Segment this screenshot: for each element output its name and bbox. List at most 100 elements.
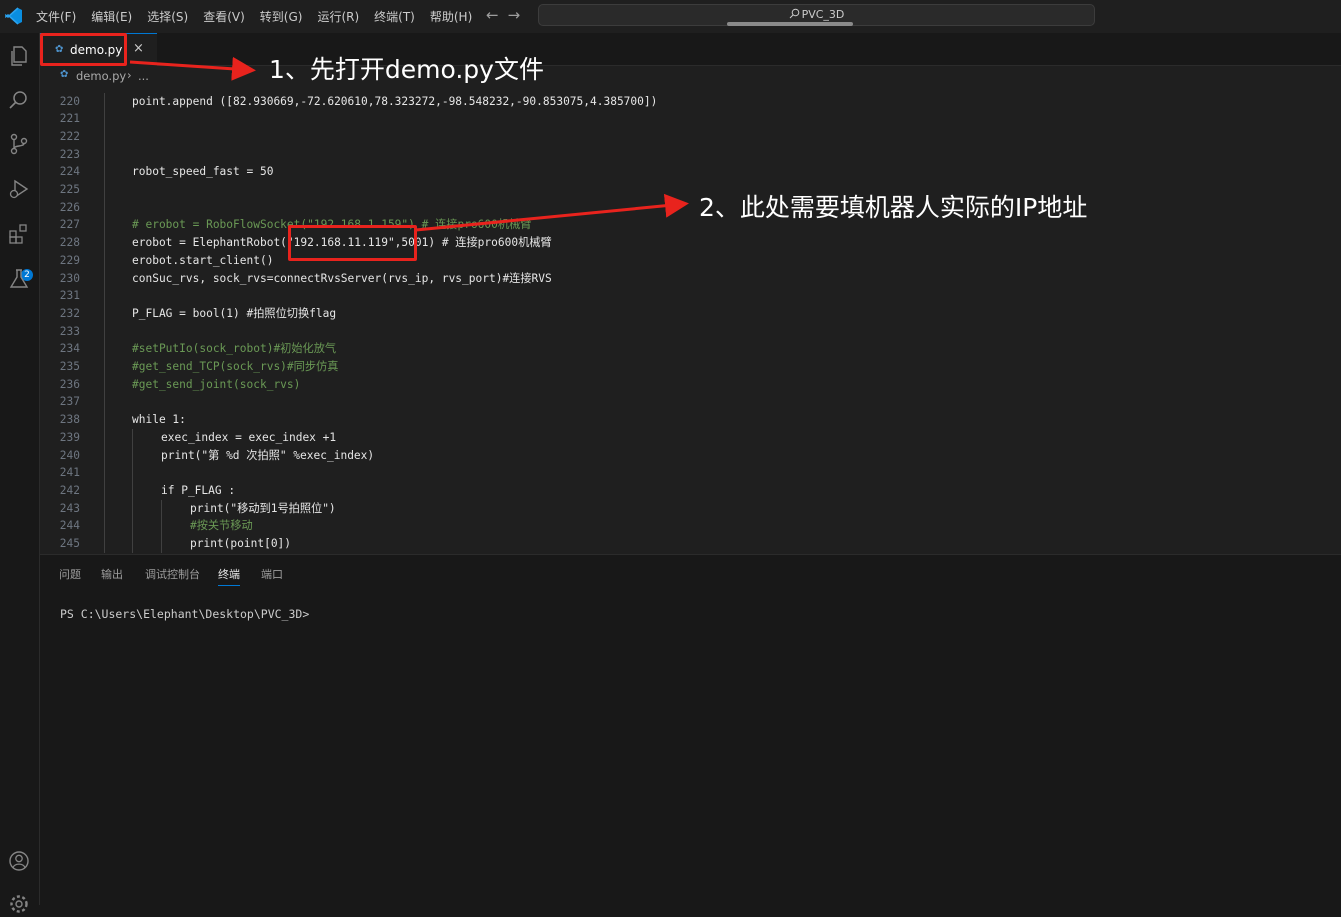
command-center-search[interactable]: PVC_3D [538, 4, 1095, 26]
code-text: #get_send_joint(sock_rvs) [132, 377, 301, 391]
code-line: 243 print("移动到1号拍照位") [40, 500, 1341, 518]
line-number: 228 [59, 236, 80, 250]
tab-ports[interactable]: 端口 [261, 566, 283, 582]
settings-gear-icon[interactable] [6, 891, 32, 917]
python-file-icon: ✿ [60, 69, 69, 80]
code-editor[interactable]: 220 point.append ([82.930669,-72.620610,7… [40, 86, 1341, 554]
code-text: robot_speed_fast = 50 [132, 165, 274, 179]
line-number: 237 [59, 395, 80, 409]
code-line: 235 #get_send_TCP(sock_rvs)#同步仿真 [40, 358, 1341, 376]
code-line: 242 if P_FLAG : [40, 482, 1341, 500]
account-icon[interactable] [6, 848, 32, 874]
menu-file[interactable]: 文件(F) [36, 8, 76, 25]
menu-edit[interactable]: 编辑(E) [91, 8, 132, 25]
code-line: 245 print(point[0]) [40, 535, 1341, 553]
menu-bar: 文件(F) 编辑(E) 选择(S) 查看(V) 转到(G) 运行(R) 终端(T… [36, 8, 487, 25]
code-line: 237 [40, 393, 1341, 411]
code-text: #get_send_TCP(sock_rvs)#同步仿真 [132, 360, 339, 373]
code-line: 224 robot_speed_fast = 50 [40, 163, 1341, 181]
annotation-step1: 1、先打开demo.py文件 [269, 55, 544, 84]
line-number: 232 [59, 306, 80, 320]
line-number: 235 [59, 360, 80, 373]
annotation-box-tab [40, 33, 127, 66]
line-number: 244 [59, 519, 80, 533]
line-number: 233 [59, 324, 80, 338]
line-number: 223 [59, 147, 80, 161]
breadcrumb-file[interactable]: demo.py [76, 69, 126, 83]
explorer-icon[interactable] [6, 43, 32, 69]
line-number: 242 [59, 483, 80, 497]
line-number: 226 [59, 200, 80, 214]
code-line: 234 #setPutIo(sock_robot)#初始化放气 [40, 340, 1341, 358]
source-control-icon[interactable] [6, 131, 32, 157]
code-text: while 1: [132, 413, 186, 427]
line-number: 245 [59, 537, 80, 550]
indent-guide [104, 92, 105, 553]
code-text: conSuc_rvs, sock_rvs=connectRvsServer(rv… [132, 271, 552, 285]
line-number: 224 [59, 165, 80, 179]
code-line: 244 #按关节移动 [40, 517, 1341, 535]
code-line: 222 [40, 128, 1341, 146]
line-number: 230 [59, 271, 80, 285]
code-line: 225 [40, 181, 1341, 199]
breadcrumb-separator: › [127, 68, 132, 82]
code-text: point.append ([82.930669,-72.620610,78.3… [132, 94, 658, 108]
code-line: 239 exec_index = exec_index +1 [40, 429, 1341, 447]
code-line: 228 erobot = ElephantRobot("192.168.11.11… [40, 234, 1341, 252]
line-number: 221 [59, 112, 80, 126]
code-text: erobot.start_client() [132, 253, 274, 267]
menu-help[interactable]: 帮助(H) [430, 8, 472, 25]
title-bar: 文件(F) 编辑(E) 选择(S) 查看(V) 转到(G) 运行(R) 终端(T… [0, 0, 1341, 33]
code-line: 227 # erobot = RoboFlowSocket("192.168.1.… [40, 216, 1341, 234]
menu-view[interactable]: 查看(V) [203, 8, 245, 25]
menu-go[interactable]: 转到(G) [260, 8, 303, 25]
line-number: 234 [59, 342, 80, 356]
code-line: 223 [40, 146, 1341, 164]
run-debug-icon[interactable] [6, 176, 32, 202]
code-text: #setPutIo(sock_robot)#初始化放气 [132, 342, 337, 356]
nav-arrows: ← → [486, 6, 529, 24]
code-text: exec_index = exec_index +1 [161, 430, 337, 444]
menu-selection[interactable]: 选择(S) [147, 8, 188, 25]
editor-tab-bar: ✿ demo.py × [40, 33, 1341, 66]
code-text: print("第 %d 次拍照" %exec_index) [161, 448, 375, 462]
line-number: 240 [59, 448, 80, 462]
tab-debug-console[interactable]: 调试控制台 [145, 566, 200, 582]
code-line: 230 conSuc_rvs, sock_rvs=connectRvsServer… [40, 270, 1341, 288]
testing-icon[interactable] [6, 266, 32, 292]
line-number: 238 [59, 413, 80, 427]
code-line: 238 while 1: [40, 411, 1341, 429]
code-line: 232 P_FLAG = bool(1) #拍照位切换flag [40, 305, 1341, 323]
close-icon[interactable]: × [133, 41, 144, 56]
breadcrumb-more[interactable]: ... [138, 69, 149, 83]
line-number: 227 [59, 218, 80, 232]
code-text: P_FLAG = bool(1) #拍照位切换flag [132, 306, 337, 320]
code-line: 226 [40, 199, 1341, 217]
vscode-logo-icon [5, 7, 22, 25]
menu-terminal[interactable]: 终端(T) [374, 8, 415, 25]
bottom-panel: 问题 输出 调试控制台 终端 端口 PS C:\Users\Elephant\D… [40, 554, 1341, 906]
search-icon[interactable] [6, 87, 32, 113]
forward-arrow-icon[interactable]: → [508, 6, 521, 24]
indent-guide [132, 428, 133, 553]
code-text: #按关节移动 [190, 519, 253, 533]
code-line: 236 #get_send_joint(sock_rvs) [40, 376, 1341, 394]
scrollbar-thumb[interactable] [727, 22, 853, 26]
code-line: 220 point.append ([82.930669,-72.620610,7… [40, 93, 1341, 111]
menu-run[interactable]: 运行(R) [317, 8, 359, 25]
line-number: 243 [59, 501, 80, 515]
terminal-prompt[interactable]: PS C:\Users\Elephant\Desktop\PVC_3D> [60, 607, 309, 621]
line-number: 241 [59, 466, 80, 480]
code-line: 233 [40, 323, 1341, 341]
back-arrow-icon[interactable]: ← [486, 6, 499, 24]
code-line: 241 [40, 464, 1341, 482]
extensions-icon[interactable] [6, 221, 32, 247]
tab-output[interactable]: 输出 [101, 566, 123, 582]
tab-problems[interactable]: 问题 [59, 566, 81, 582]
code-line: 229 erobot.start_client() [40, 252, 1341, 270]
tab-terminal[interactable]: 终端 [218, 566, 240, 582]
line-number: 236 [59, 377, 80, 391]
code-text: print(point[0]) [190, 537, 292, 550]
code-line: 231 [40, 287, 1341, 305]
breadcrumb: ✿ demo.py › ... [40, 66, 1341, 86]
